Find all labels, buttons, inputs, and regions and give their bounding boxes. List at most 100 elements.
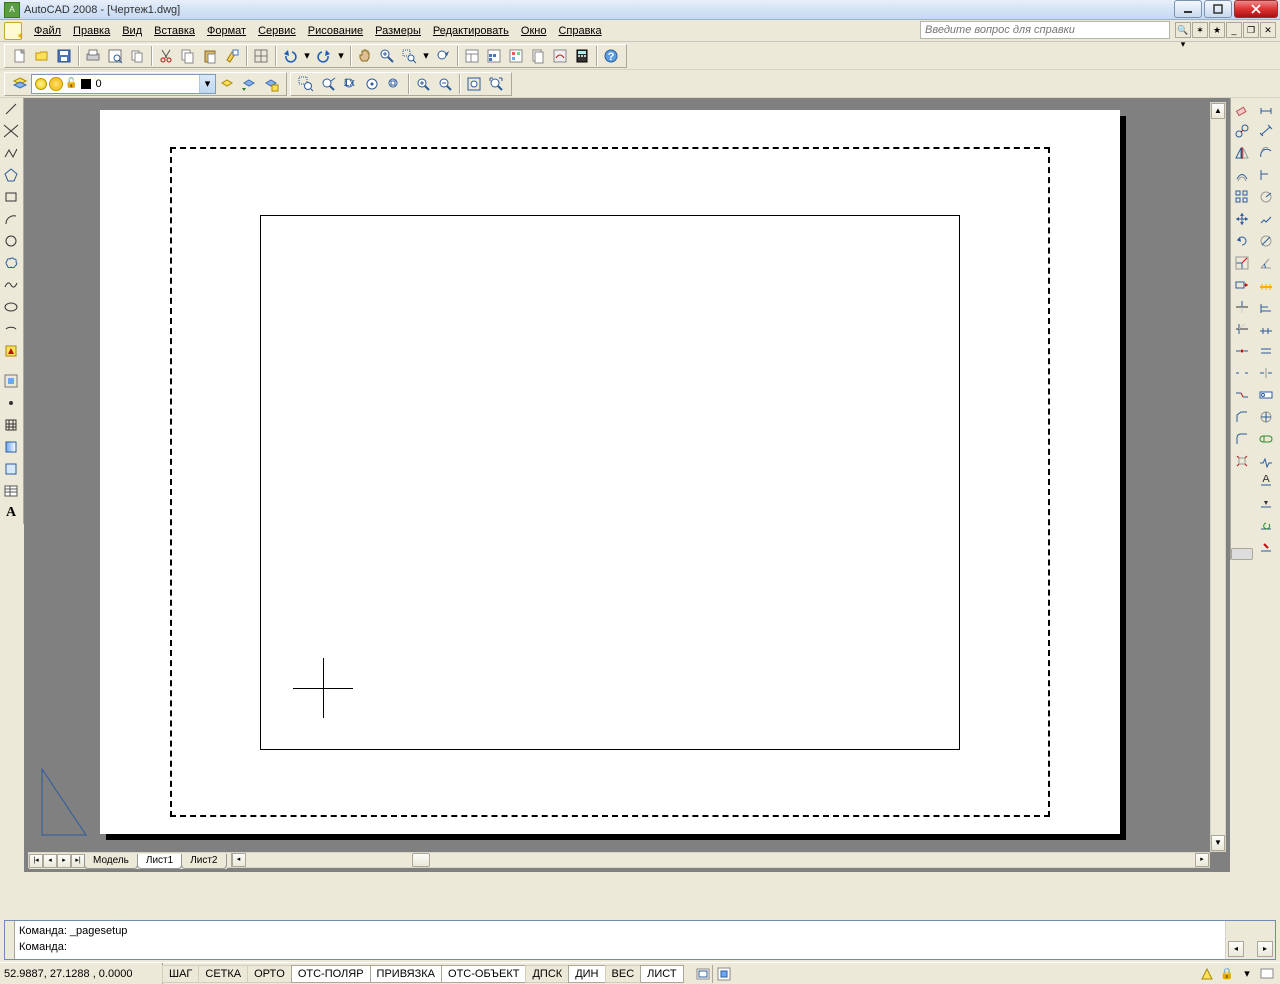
- open-button[interactable]: [32, 46, 52, 66]
- annotation-scale-icon[interactable]: [1198, 965, 1216, 983]
- menu-help[interactable]: Справка: [552, 23, 607, 39]
- layer-previous-button[interactable]: [239, 74, 259, 94]
- layer-dropdown[interactable]: 🔓 0 ▾: [31, 74, 216, 94]
- quickcalc-button[interactable]: [572, 46, 592, 66]
- grid-toggle[interactable]: СЕТКА: [198, 965, 248, 983]
- mtext-button[interactable]: A: [0, 502, 22, 524]
- undo-button[interactable]: [280, 46, 300, 66]
- polygon-button[interactable]: [0, 164, 22, 186]
- dim-text-edit-button[interactable]: [1255, 494, 1277, 516]
- tab-model[interactable]: Модель: [84, 854, 138, 869]
- menu-format[interactable]: Формат: [201, 23, 252, 39]
- baseline-dim-button[interactable]: [1255, 296, 1277, 318]
- model-paper-icon[interactable]: [694, 965, 712, 983]
- tool-palettes-button[interactable]: [506, 46, 526, 66]
- break-at-point-button[interactable]: [1231, 340, 1253, 362]
- zoom-dropdown[interactable]: ▾: [421, 46, 431, 66]
- insert-block-button[interactable]: [0, 340, 22, 362]
- menu-tools[interactable]: Сервис: [252, 23, 302, 39]
- osnap-toggle[interactable]: ПРИВЯЗКА: [370, 965, 442, 983]
- scroll-right-button[interactable]: ▸: [1195, 853, 1209, 867]
- vertical-scrollbar[interactable]: ▲ ▼: [1210, 102, 1226, 852]
- menu-edit[interactable]: Правка: [67, 23, 116, 39]
- explode-button[interactable]: [1231, 450, 1253, 472]
- jogged-dim-button[interactable]: [1255, 208, 1277, 230]
- move-button[interactable]: [1231, 208, 1253, 230]
- zoom-object-button[interactable]: [384, 74, 404, 94]
- tolerance-button[interactable]: [1255, 384, 1277, 406]
- hscroll-thumb[interactable]: [412, 853, 430, 867]
- coordinates-pane[interactable]: 52.9887, 27.1288 , 0.0000: [0, 963, 163, 984]
- join-button[interactable]: [1231, 384, 1253, 406]
- design-center-button[interactable]: [484, 46, 504, 66]
- menu-dimension[interactable]: Размеры: [369, 23, 427, 39]
- make-block-button[interactable]: [0, 370, 22, 392]
- pan-realtime-button[interactable]: [355, 46, 375, 66]
- arc-length-button[interactable]: [1255, 142, 1277, 164]
- revision-cloud-button[interactable]: [0, 252, 22, 274]
- inspection-button[interactable]: [1255, 428, 1277, 450]
- layer-isolate-button[interactable]: [261, 74, 281, 94]
- ordinate-dim-button[interactable]: [1255, 164, 1277, 186]
- zoom-window-button2[interactable]: [296, 74, 316, 94]
- radius-dim-button[interactable]: [1255, 186, 1277, 208]
- undo-dropdown[interactable]: ▾: [302, 46, 312, 66]
- scroll-up-button[interactable]: ▲: [1211, 103, 1225, 119]
- extend-button[interactable]: [1231, 318, 1253, 340]
- command-grip[interactable]: [5, 921, 15, 959]
- region-button[interactable]: [0, 458, 22, 480]
- center-mark-button[interactable]: [1255, 406, 1277, 428]
- properties-button[interactable]: [462, 46, 482, 66]
- menu-file[interactable]: Файл: [28, 23, 67, 39]
- new-file-icon[interactable]: [4, 22, 22, 40]
- dyn-toggle[interactable]: ДИН: [568, 965, 605, 983]
- zoom-dynamic-button[interactable]: [318, 74, 338, 94]
- ellipse-arc-button[interactable]: [0, 318, 22, 340]
- dim-space-button[interactable]: [1255, 340, 1277, 362]
- toolbar-menu-icon[interactable]: ▾: [1238, 965, 1256, 983]
- menu-draw[interactable]: Рисование: [302, 23, 369, 39]
- ducs-toggle[interactable]: ДПСК: [525, 965, 569, 983]
- fillet-button[interactable]: [1231, 428, 1253, 450]
- offset-button[interactable]: [1231, 164, 1253, 186]
- block-editor-button[interactable]: [251, 46, 271, 66]
- drawing-area[interactable]: ▲ ▼ |◂ ◂ ▸ ▸| Модель Лист1 Лист2 ◂ ▸: [24, 98, 1230, 872]
- help-button[interactable]: ?: [601, 46, 621, 66]
- zoom-center-button[interactable]: [362, 74, 382, 94]
- menu-view[interactable]: Вид: [116, 23, 148, 39]
- favorites-icon[interactable]: ★: [1209, 22, 1225, 38]
- dim-update-button[interactable]: [1255, 516, 1277, 538]
- maximize-button[interactable]: [1204, 0, 1232, 18]
- diameter-dim-button[interactable]: [1255, 230, 1277, 252]
- tab-layout1[interactable]: Лист1: [137, 854, 182, 869]
- comm-center-icon[interactable]: ✶: [1192, 22, 1208, 38]
- viewport-rectangle[interactable]: [260, 215, 960, 750]
- line-button[interactable]: [0, 98, 22, 120]
- otrack-toggle[interactable]: ОТС-ОБЪЕКТ: [441, 965, 526, 983]
- paper-space[interactable]: [28, 102, 1210, 852]
- redo-button[interactable]: [314, 46, 334, 66]
- mirror-button[interactable]: [1231, 142, 1253, 164]
- cmd-scroll-left[interactable]: ◂: [1228, 941, 1244, 957]
- linear-dim-button[interactable]: [1255, 98, 1277, 120]
- zoom-all-button[interactable]: [464, 74, 484, 94]
- zoom-window-button[interactable]: [399, 46, 419, 66]
- layer-states-button[interactable]: [217, 74, 237, 94]
- quick-dim-button[interactable]: [1255, 274, 1277, 296]
- continue-dim-button[interactable]: [1255, 318, 1277, 340]
- cmd-scroll-right[interactable]: ▸: [1257, 941, 1273, 957]
- stretch-button[interactable]: [1231, 274, 1253, 296]
- new-button[interactable]: [10, 46, 30, 66]
- doc-restore-button[interactable]: ❐: [1243, 22, 1259, 38]
- layer-manager-button[interactable]: [10, 74, 30, 94]
- aligned-dim-button[interactable]: [1255, 120, 1277, 142]
- tab-last-button[interactable]: ▸|: [71, 854, 85, 868]
- zoom-realtime-button[interactable]: [377, 46, 397, 66]
- sheet-set-button[interactable]: [528, 46, 548, 66]
- lock-icon[interactable]: 🔒: [1218, 965, 1236, 983]
- trim-button[interactable]: [1231, 296, 1253, 318]
- copy-object-button[interactable]: [1231, 120, 1253, 142]
- menu-window[interactable]: Окно: [515, 23, 553, 39]
- clean-screen-icon[interactable]: [1258, 965, 1276, 983]
- table-button[interactable]: [0, 480, 22, 502]
